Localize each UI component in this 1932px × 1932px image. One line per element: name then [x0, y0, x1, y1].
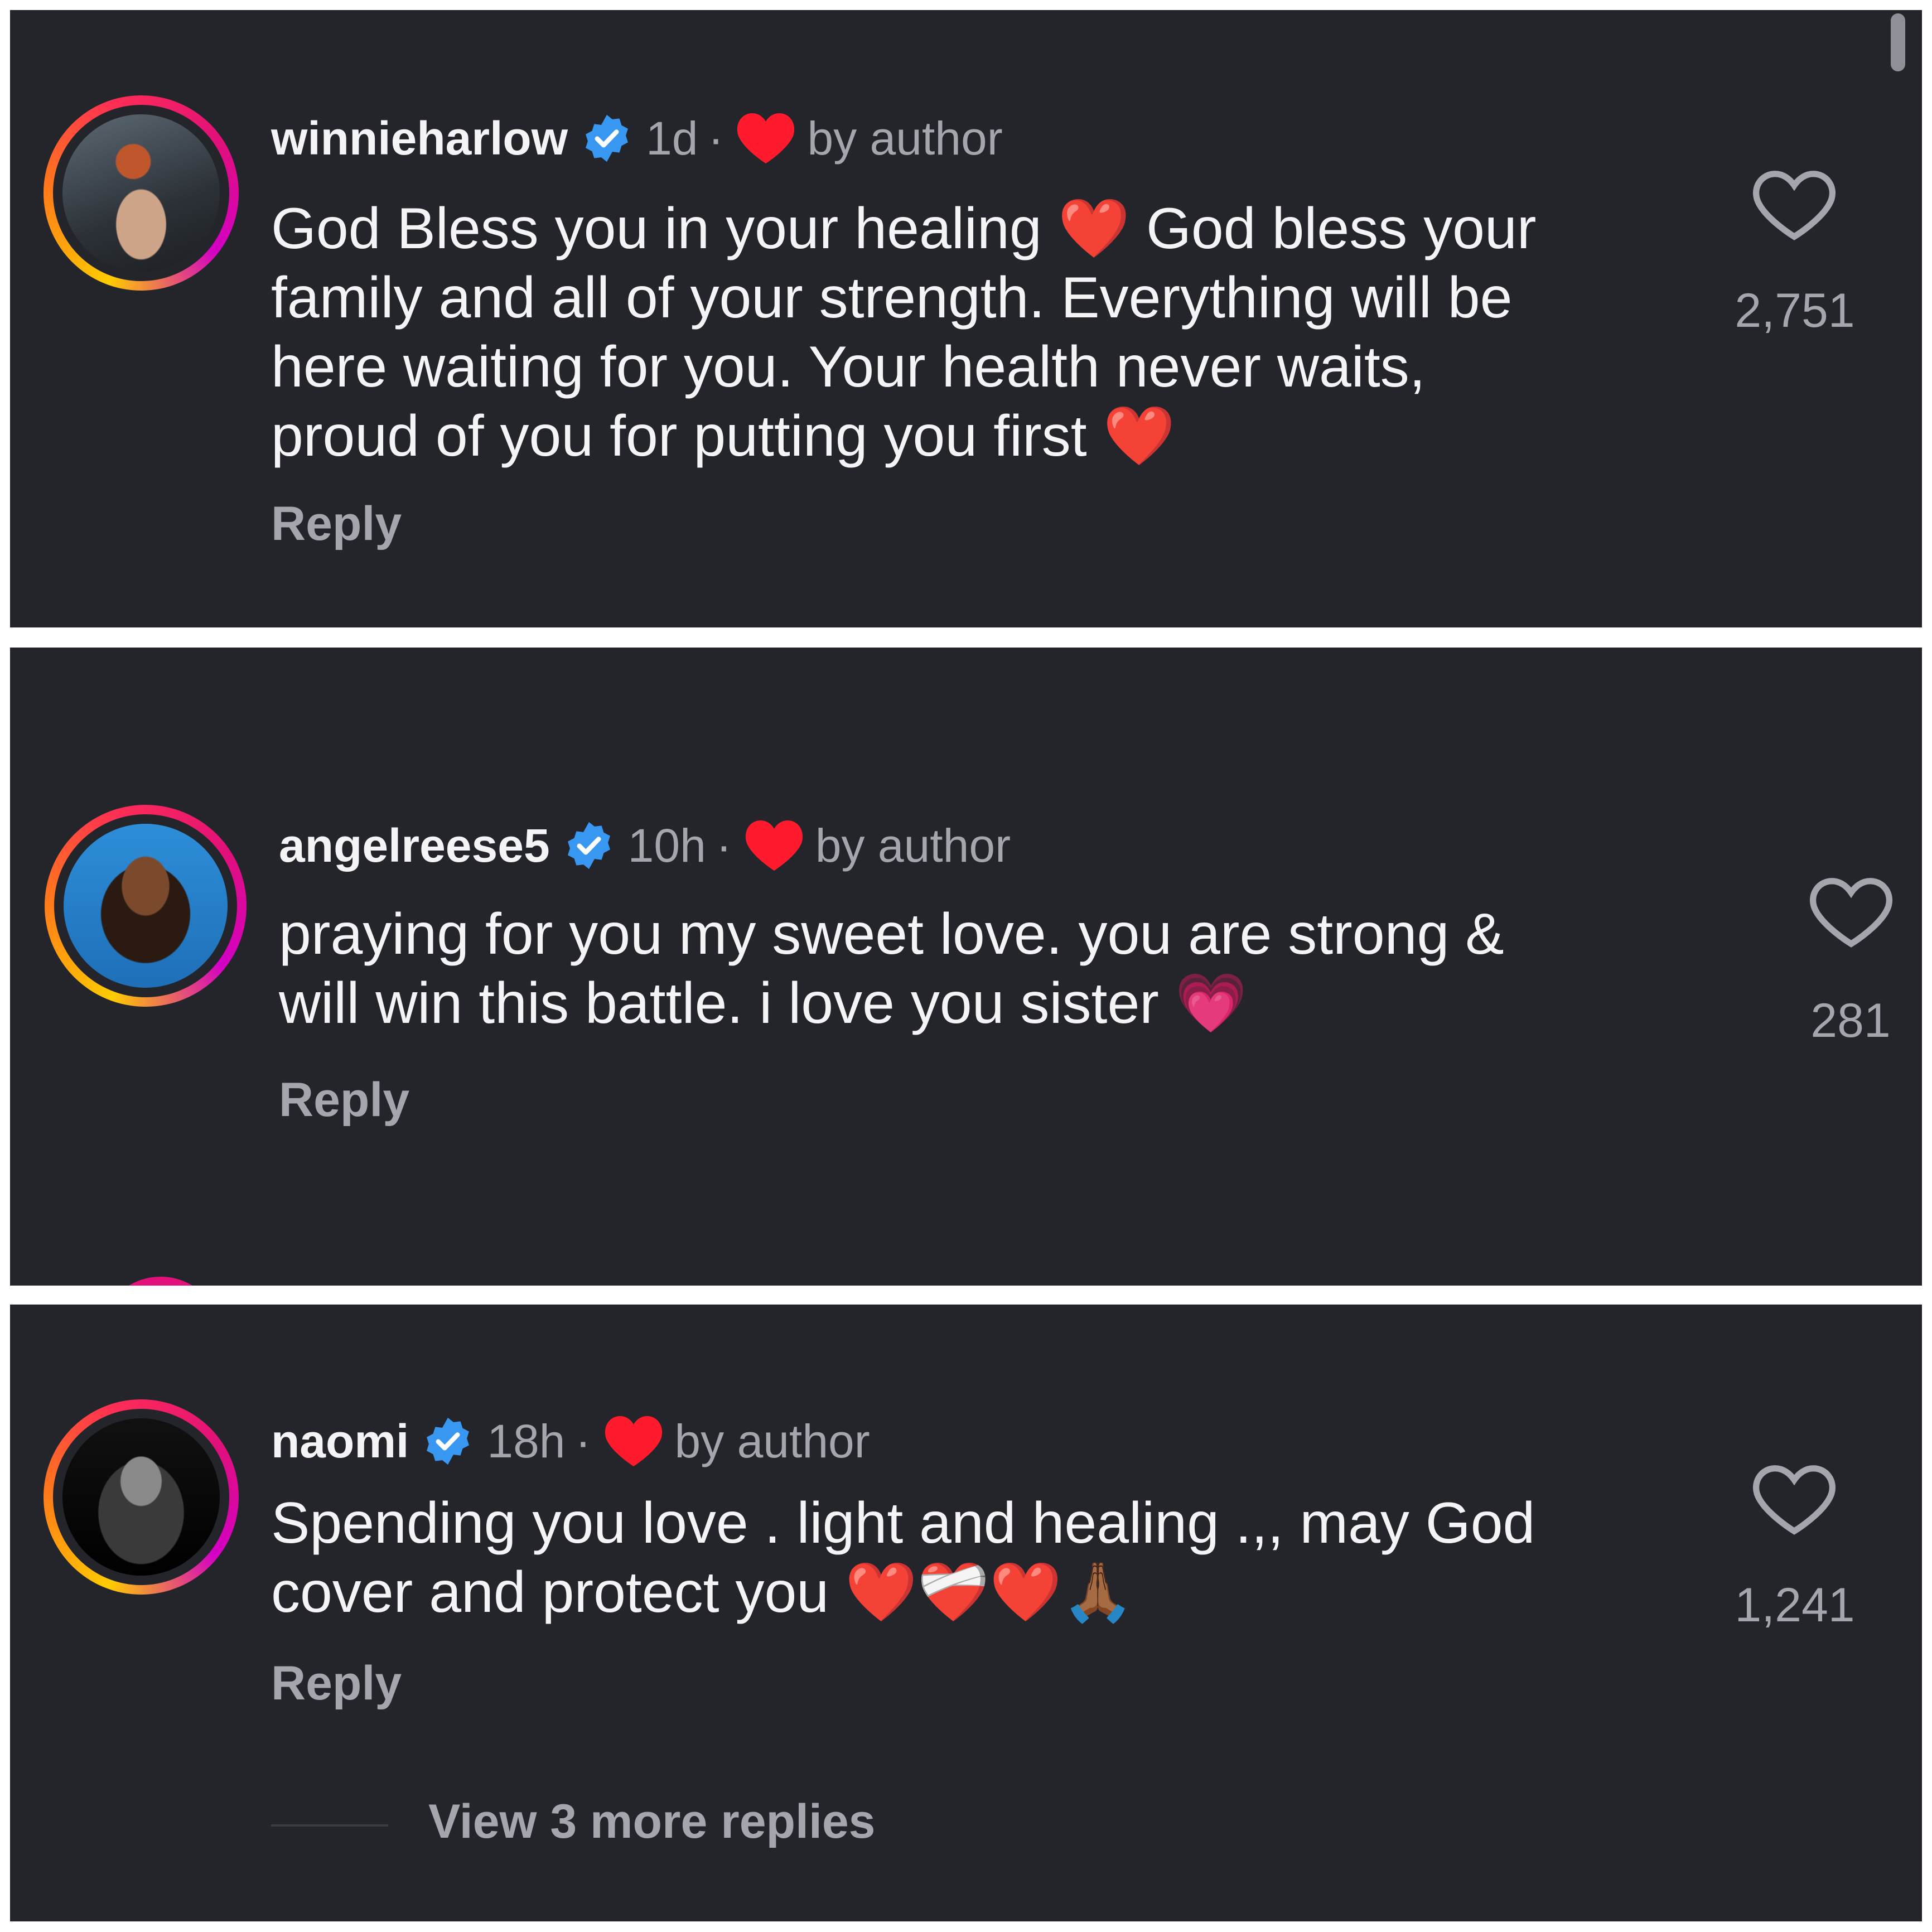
separator-dot: · — [575, 1415, 591, 1467]
like-count: 281 — [1810, 994, 1891, 1047]
comment-header: winnieharlow 1d · by author — [271, 110, 1003, 166]
comment-panel-3: naomi 18h · by author Spending you love … — [10, 1305, 1922, 1921]
like-heart-icon[interactable] — [1809, 873, 1893, 951]
separator-dot: · — [716, 819, 732, 872]
verified-badge-icon — [567, 822, 610, 870]
comment-panel-2: angelreese5 10h · by author praying for … — [10, 648, 1922, 1286]
like-heart-icon[interactable] — [1752, 166, 1836, 244]
comment-text: praying for you my sweet love. you are s… — [279, 902, 1504, 1036]
author-heart-icon — [745, 820, 803, 871]
reply-button[interactable]: Reply — [279, 1073, 409, 1128]
comment-text: God Bless you in your healing ❤️ God ble… — [271, 196, 1537, 468]
next-avatar-edge — [99, 1277, 222, 1286]
avatar-image-naomi — [62, 1418, 220, 1576]
reply-button[interactable]: Reply — [271, 1656, 402, 1711]
separator-dot: · — [708, 112, 724, 165]
comment-panel-1: winnieharlow 1d · by author God Bless yo… — [10, 10, 1922, 627]
username[interactable]: winnieharlow — [271, 115, 568, 162]
by-author-label: by author — [807, 112, 1003, 165]
verified-badge-icon — [427, 1417, 470, 1465]
by-author-label: by author — [815, 819, 1011, 872]
avatar-image-winnieharlow — [62, 114, 220, 272]
by-author-label: by author — [674, 1415, 870, 1467]
username[interactable]: angelreese5 — [279, 822, 550, 869]
avatar[interactable] — [44, 95, 239, 291]
comment-time: 10h — [627, 819, 706, 872]
view-more-replies-button[interactable]: View 3 more replies — [428, 1794, 876, 1849]
comment-time: 18h — [487, 1415, 566, 1467]
avatar[interactable] — [45, 805, 247, 1007]
username[interactable]: naomi — [271, 1418, 409, 1465]
comment-header: naomi 18h · by author — [271, 1413, 870, 1469]
reply-button[interactable]: Reply — [271, 496, 402, 552]
avatar-image-angelreese5 — [64, 824, 228, 988]
comment-time: 1d — [646, 112, 698, 165]
like-count: 1,241 — [1735, 1578, 1855, 1632]
author-heart-icon — [737, 113, 795, 163]
like-count: 2,751 — [1735, 284, 1855, 337]
author-heart-icon — [605, 1416, 662, 1466]
like-heart-icon[interactable] — [1752, 1461, 1836, 1539]
comment-text: Spending you love . light and healing .,… — [271, 1491, 1535, 1625]
comment-header: angelreese5 10h · by author — [279, 818, 1011, 873]
view-replies-line — [271, 1824, 388, 1827]
verified-badge-icon — [586, 114, 629, 162]
scrollbar[interactable] — [1891, 13, 1905, 71]
avatar[interactable] — [44, 1399, 239, 1595]
